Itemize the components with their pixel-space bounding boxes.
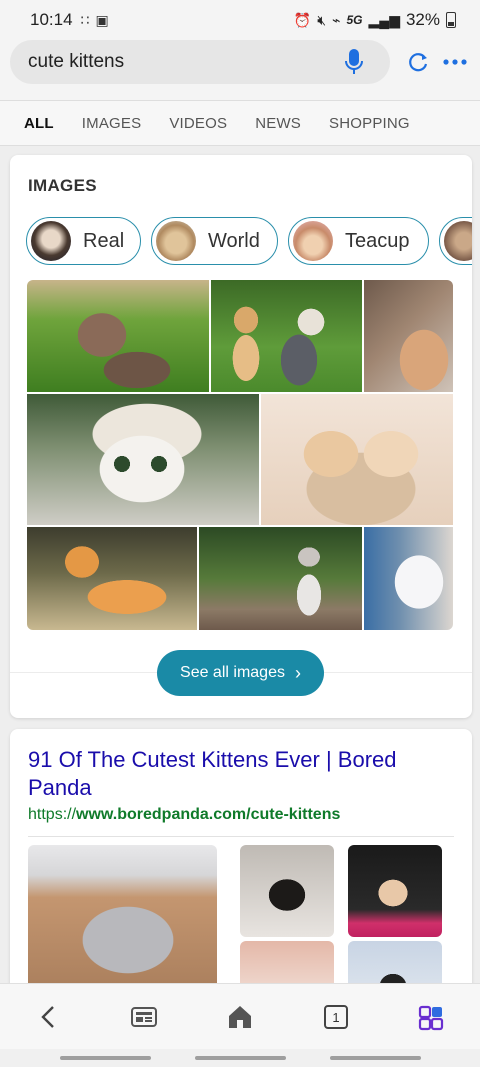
tab-images[interactable]: IMAGES: [82, 115, 142, 132]
image-chips: Real World Teacup: [26, 217, 472, 267]
result-divider: [28, 836, 454, 837]
mute-icon: 🔇︎: [317, 11, 327, 28]
battery-percent: 32%: [405, 10, 440, 29]
result-url-prefix: https://: [28, 806, 77, 823]
kitten-image[interactable]: [27, 280, 209, 392]
result-image[interactable]: [28, 845, 217, 995]
result-title-link[interactable]: 91 Of The Cutest Kittens Ever | Bored Pa…: [28, 746, 448, 802]
gesture-segment: [330, 1056, 421, 1060]
see-all-label: See all images: [180, 664, 285, 681]
search-bar: cute kittens: [0, 40, 480, 100]
result-image[interactable]: [348, 845, 442, 937]
chip-thumbnail: [156, 221, 196, 261]
kitten-image[interactable]: [27, 394, 259, 525]
apps-icon[interactable]: [417, 1002, 447, 1032]
kitten-image[interactable]: [364, 280, 453, 392]
chip-thumbnail: [293, 221, 333, 261]
home-icon[interactable]: [225, 1002, 255, 1032]
status-time: 10:14: [30, 10, 73, 29]
chip-label: World: [208, 229, 260, 252]
back-icon[interactable]: [33, 1002, 63, 1032]
search-query: cute kittens: [28, 51, 125, 72]
wifi-icon: ⌁: [332, 11, 341, 28]
tab-all[interactable]: ALL: [24, 115, 54, 132]
more-options-icon[interactable]: [442, 49, 468, 75]
kitten-image[interactable]: [27, 527, 197, 630]
bottom-navigation: 1: [0, 983, 480, 1049]
kitten-image[interactable]: [364, 527, 453, 630]
image-grid: [27, 280, 453, 630]
tab-news[interactable]: NEWS: [255, 115, 301, 132]
refresh-icon[interactable]: [405, 49, 431, 75]
status-right: ⏰ 🔇︎ ⌁ 5G ▂▄▆ 32%: [294, 10, 456, 30]
chip-real[interactable]: Real: [26, 217, 141, 265]
tab-shopping[interactable]: SHOPPING: [329, 115, 410, 132]
search-tabs: ALL IMAGES VIDEOS NEWS SHOPPING: [0, 100, 480, 146]
grid-notification-icon: ∷: [80, 11, 90, 28]
microphone-icon[interactable]: [342, 47, 366, 77]
network-label: 5G: [346, 13, 363, 27]
tab-videos[interactable]: VIDEOS: [169, 115, 227, 132]
chip-teacup[interactable]: Teacup: [288, 217, 429, 265]
kitten-image[interactable]: [211, 280, 362, 392]
result-url-domain: www.boredpanda.com/cute-kittens: [76, 806, 341, 823]
gesture-segment: [195, 1056, 286, 1060]
gesture-bar: [0, 1049, 480, 1067]
chip-thumbnail: [31, 221, 71, 261]
chevron-right-icon: ›: [294, 662, 301, 683]
chip-world[interactable]: World: [151, 217, 278, 265]
search-input[interactable]: cute kittens: [10, 40, 390, 84]
alarm-icon: ⏰: [293, 11, 312, 28]
kitten-image[interactable]: [199, 527, 362, 630]
chip-thumbnail: [444, 221, 472, 261]
chip-more[interactable]: [439, 217, 472, 265]
images-heading: IMAGES: [28, 176, 97, 195]
battery-icon: [446, 12, 456, 28]
news-feed-icon[interactable]: [129, 1002, 159, 1032]
gesture-segment: [60, 1056, 151, 1060]
kitten-image[interactable]: [261, 394, 453, 525]
signal-icon: ▂▄▆: [368, 11, 400, 28]
tab-count: 1: [332, 1009, 340, 1025]
images-card: IMAGES Real World Teacup See all images …: [10, 155, 472, 718]
result-image[interactable]: [240, 845, 334, 937]
chip-label: Teacup: [345, 229, 410, 252]
status-bar: 10:14 ∷ ▣ ⏰ 🔇︎ ⌁ 5G ▂▄▆ 32%: [0, 0, 480, 40]
result-url[interactable]: https://www.boredpanda.com/cute-kittens: [28, 806, 340, 824]
see-all-images-button[interactable]: See all images ›: [157, 650, 324, 696]
tabs-icon[interactable]: 1: [321, 1002, 351, 1032]
chip-label: Real: [83, 229, 125, 252]
gallery-notification-icon: ▣: [95, 11, 109, 28]
